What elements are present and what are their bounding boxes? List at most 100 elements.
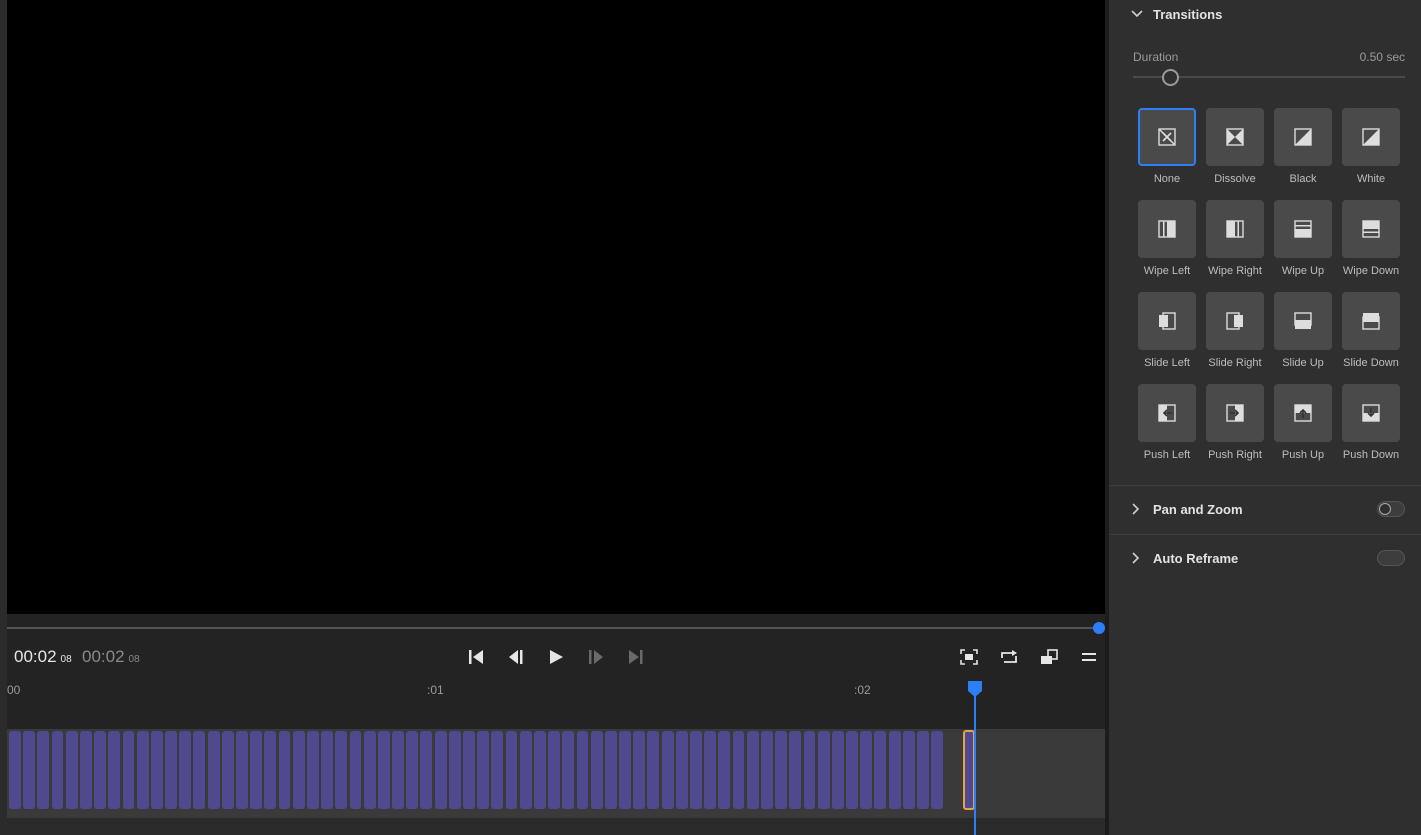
step-back-button[interactable] [505,646,527,668]
clip-frame[interactable] [874,731,887,809]
clip-frame[interactable] [675,731,688,809]
transition-slide-up[interactable]: Slide Up [1274,292,1332,369]
clip-frame[interactable] [860,731,873,809]
clip-frame[interactable] [590,731,603,809]
loop-button[interactable] [998,646,1020,668]
transition-black[interactable]: Black [1274,108,1332,185]
scrub-bar[interactable] [7,627,1099,629]
clip-frame[interactable] [306,731,319,809]
clip-frame[interactable] [789,731,802,809]
clip-frame[interactable] [463,731,475,809]
transition-thumbnail[interactable] [1274,108,1332,166]
clip-frame[interactable] [718,731,731,809]
clip-frame[interactable] [548,731,561,809]
clip-frame[interactable] [51,731,64,809]
transition-slide-right[interactable]: Slide Right [1206,292,1264,369]
clip-frame[interactable] [136,731,149,809]
clip-frame[interactable] [902,731,915,809]
clip-frame[interactable] [888,731,901,809]
transition-none[interactable]: None [1138,108,1196,185]
clip-frame[interactable] [491,731,504,809]
clip-frame[interactable] [377,731,390,809]
clip-frame[interactable] [392,731,404,809]
clip-frame[interactable] [775,731,788,809]
clip-frame[interactable] [420,731,433,809]
transition-push-right[interactable]: Push Right [1206,384,1264,461]
pan-zoom-toggle[interactable] [1377,501,1405,517]
clip-frame[interactable] [335,731,348,809]
clip-frame[interactable] [477,731,490,809]
transition-thumbnail[interactable] [1138,384,1196,442]
clip-frame[interactable] [122,731,135,809]
transition-white[interactable]: White [1342,108,1400,185]
clip-frame[interactable] [264,731,277,809]
clip-frame[interactable] [519,731,532,809]
transition-thumbnail[interactable] [1342,108,1400,166]
time-ruler[interactable]: 00 :01 :02 [7,678,1105,708]
aspect-button[interactable] [1038,646,1060,668]
clip-frame[interactable] [647,731,660,809]
transitions-header[interactable]: Transitions [1109,0,1421,40]
transition-wipe-up[interactable]: Wipe Up [1274,200,1332,277]
transition-thumbnail[interactable] [1138,292,1196,350]
clip-frame[interactable] [831,731,844,809]
skip-to-end-button[interactable] [625,646,647,668]
step-forward-button[interactable] [585,646,607,668]
clip-frame[interactable] [746,731,759,809]
transition-thumbnail[interactable] [1342,292,1400,350]
clip-frame[interactable] [846,731,858,809]
clip-frame[interactable] [576,731,589,809]
play-button[interactable] [545,646,567,668]
clip-frame[interactable] [250,731,263,809]
clip-frame[interactable] [604,731,617,809]
clip-frame[interactable] [448,731,461,809]
pan-zoom-header[interactable]: Pan and Zoom [1109,486,1421,534]
auto-reframe-header[interactable]: Auto Reframe [1109,535,1421,583]
clip-frame[interactable] [165,731,177,809]
clip-frame[interactable] [406,731,419,809]
clip-frame[interactable] [661,731,674,809]
transition-thumbnail[interactable] [1206,384,1264,442]
transition-thumbnail[interactable] [1342,384,1400,442]
clip-frame[interactable] [931,731,944,809]
clip-frame[interactable] [321,731,334,809]
clip-frame[interactable] [108,731,121,809]
clip-frame[interactable] [207,731,220,809]
transition-push-up[interactable]: Push Up [1274,384,1332,461]
clip-frame[interactable] [193,731,206,809]
clip-frame[interactable] [363,731,376,809]
transition-slide-left[interactable]: Slide Left [1138,292,1196,369]
clip-frame[interactable] [150,731,163,809]
clip-frame[interactable] [817,731,830,809]
transition-thumbnail[interactable] [1274,200,1332,258]
transition-thumbnail[interactable] [1206,200,1264,258]
clip-frame[interactable] [619,731,631,809]
clip-frame[interactable] [633,731,646,809]
clip-frame[interactable] [292,731,305,809]
clip-frame[interactable] [236,731,248,809]
transition-push-left[interactable]: Push Left [1138,384,1196,461]
transition-thumbnail[interactable] [1138,108,1196,166]
clip-frame[interactable] [65,731,78,809]
clip-frame[interactable] [94,731,107,809]
auto-reframe-toggle[interactable] [1377,550,1405,566]
transition-push-down[interactable]: Push Down [1342,384,1400,461]
transition-slide-down[interactable]: Slide Down [1342,292,1400,369]
clip-frame[interactable] [221,731,234,809]
clip-frame[interactable] [278,731,291,809]
transition-dissolve[interactable]: Dissolve [1206,108,1264,185]
transition-thumbnail[interactable] [1274,292,1332,350]
clip-frame[interactable] [704,731,717,809]
clip-frame[interactable] [803,731,816,809]
transition-thumbnail[interactable] [1342,200,1400,258]
clip-frame[interactable] [434,731,447,809]
skip-to-start-button[interactable] [465,646,487,668]
transition-wipe-down[interactable]: Wipe Down [1342,200,1400,277]
clip-frame[interactable] [690,731,702,809]
clip-frame[interactable] [562,731,575,809]
clip-frame[interactable] [9,731,21,809]
menu-button[interactable] [1078,646,1100,668]
scrub-handle[interactable] [1093,622,1105,634]
clip-frame[interactable] [349,731,362,809]
clip-frame[interactable] [505,731,518,809]
